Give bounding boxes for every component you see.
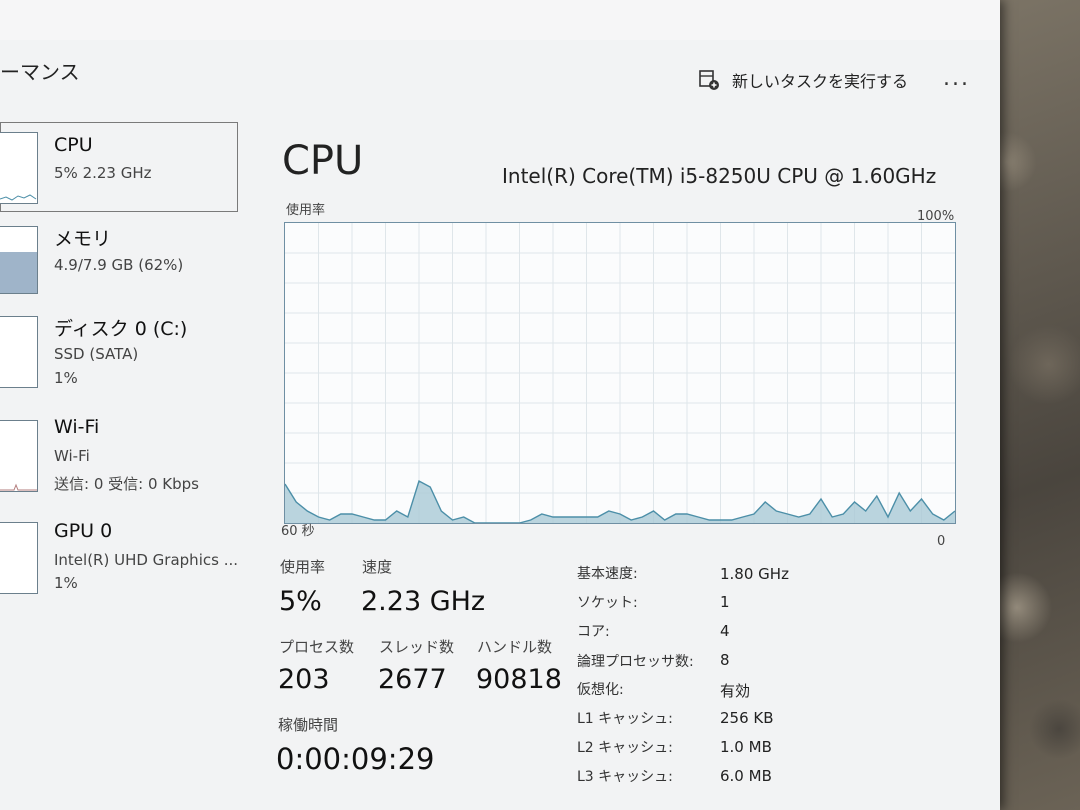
handle-count-value: 90818: [476, 664, 562, 695]
speed-value: 2.23 GHz: [361, 586, 486, 617]
process-count-label: プロセス数: [279, 638, 355, 656]
detail-label: 論理プロセッサ数:: [577, 654, 694, 670]
process-count-value: 203: [278, 664, 330, 695]
page-title: ーマンス: [0, 60, 80, 84]
detail-value: 1.80 GHz: [720, 565, 789, 583]
sidebar-item-label: Wi-Fi: [54, 416, 100, 438]
detail-label: 仮想化:: [577, 682, 624, 698]
sidebar-item-label: GPU 0: [54, 520, 113, 542]
sidebar-item-detail: Wi-Fi: [54, 447, 90, 465]
sidebar-item-detail-2: 1%: [54, 574, 78, 592]
detail-label: 基本速度:: [577, 566, 638, 582]
detail-label: L3 キャッシュ:: [577, 769, 673, 785]
cpu-model-name: Intel(R) Core(TM) i5-8250U CPU @ 1.60GHz: [502, 164, 937, 188]
detail-label: L2 キャッシュ:: [577, 740, 673, 756]
speed-label: 速度: [362, 558, 393, 576]
handle-count-label: ハンドル数: [477, 638, 553, 656]
sidebar-item-detail: Intel(R) UHD Graphics ...: [54, 551, 238, 569]
thread-count-label: スレッド数: [379, 638, 455, 656]
sidebar-item-memory[interactable]: メモリ 4.9/7.9 GB (62%): [0, 218, 240, 310]
cpu-thumbnail: [0, 132, 38, 204]
graph-time-label: 60 秒: [281, 524, 315, 539]
detail-value: 8: [720, 651, 730, 669]
graph-usage-label: 使用率: [286, 203, 326, 218]
title-bar: [0, 0, 1000, 40]
usage-label: 使用率: [280, 558, 326, 576]
sidebar-item-gpu[interactable]: GPU 0 Intel(R) UHD Graphics ... 1%: [0, 518, 240, 598]
new-task-button[interactable]: 新しいタスクを実行する: [698, 68, 908, 92]
cpu-usage-graph-svg: [284, 223, 956, 524]
new-task-icon: [699, 70, 719, 90]
detail-value: 有効: [720, 682, 751, 700]
graph-min-label: 0: [937, 534, 946, 549]
detail-label: ソケット:: [577, 595, 638, 611]
sidebar-item-detail-2: 送信: 0 受信: 0 Kbps: [54, 475, 199, 493]
detail-value: 4: [720, 622, 730, 640]
disk-thumbnail: [0, 316, 38, 388]
main-title: CPU: [282, 138, 364, 184]
detail-value: 1: [720, 593, 730, 611]
sidebar-item-label: メモリ: [54, 228, 112, 250]
sidebar-item-detail: SSD (SATA): [54, 345, 139, 363]
sidebar-item-detail: 5% 2.23 GHz: [54, 164, 152, 182]
detail-value: 1.0 MB: [720, 738, 772, 756]
sidebar-item-detail-2: 1%: [54, 369, 78, 387]
sidebar-item-detail: 4.9/7.9 GB (62%): [54, 256, 184, 274]
more-options-button[interactable]: ...: [943, 66, 970, 91]
cpu-usage-graph: [284, 222, 956, 524]
wifi-thumbnail: [0, 420, 38, 492]
detail-value: 256 KB: [720, 709, 774, 727]
cpu-thumbnail-graph: [0, 194, 37, 201]
detail-value: 6.0 MB: [720, 767, 772, 785]
uptime-value: 0:00:09:29: [276, 742, 435, 776]
task-manager-window: ーマンス 新しいタスクを実行する ... CPU 5% 2.23 GHz メモリ…: [0, 0, 1000, 810]
wifi-thumbnail-graph: [0, 483, 37, 491]
uptime-label: 稼働時間: [278, 716, 339, 734]
thread-count-value: 2677: [378, 664, 447, 695]
usage-value: 5%: [279, 586, 322, 617]
detail-label: コア:: [577, 624, 610, 640]
sidebar-item-label: CPU: [54, 134, 93, 156]
memory-thumbnail-fill: [0, 252, 37, 293]
gpu-thumbnail: [0, 522, 38, 594]
sidebar-item-wifi[interactable]: Wi-Fi Wi-Fi 送信: 0 受信: 0 Kbps: [0, 416, 240, 508]
memory-thumbnail: [0, 226, 38, 294]
sidebar-item-disk[interactable]: ディスク 0 (C:) SSD (SATA) 1%: [0, 314, 240, 406]
sidebar-item-cpu[interactable]: CPU 5% 2.23 GHz: [0, 122, 240, 214]
sidebar-item-label: ディスク 0 (C:): [54, 318, 188, 340]
new-task-label: 新しいタスクを実行する: [732, 72, 909, 91]
detail-label: L1 キャッシュ:: [577, 711, 673, 727]
